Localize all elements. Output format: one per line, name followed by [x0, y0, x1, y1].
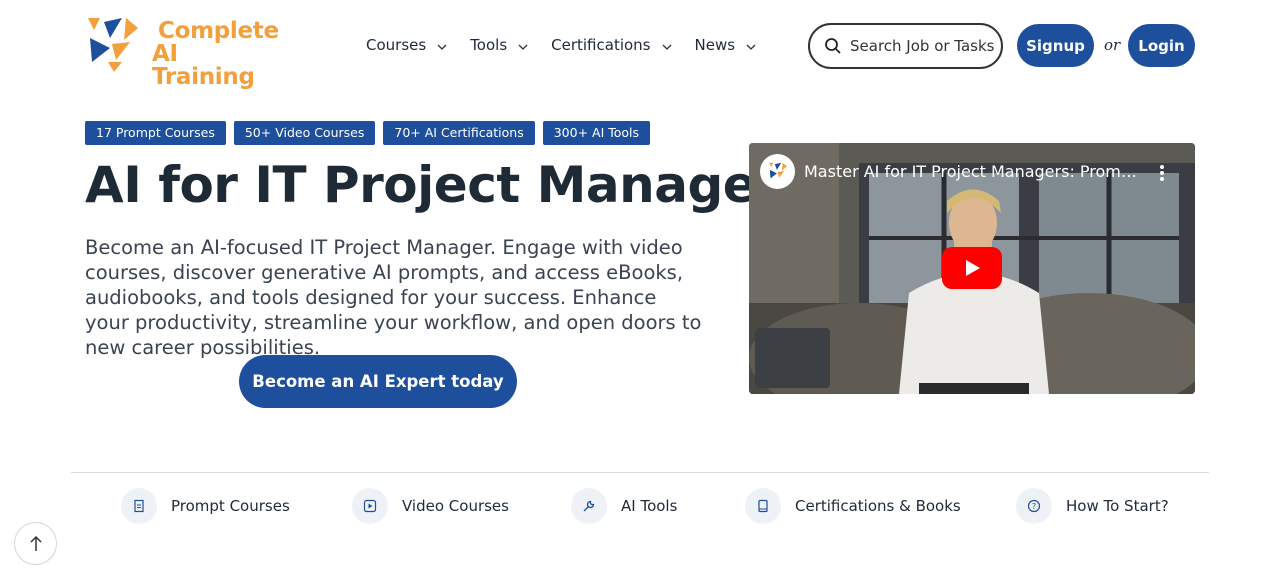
- site-logo[interactable]: Complete AI Training: [86, 16, 279, 89]
- tag-prompt-courses[interactable]: 17 Prompt Courses: [85, 121, 226, 145]
- logo-text: Complete AI Training: [152, 20, 279, 89]
- bottom-nav-how-to-start[interactable]: ? How To Start?: [1016, 488, 1169, 524]
- nav-courses[interactable]: Courses: [366, 36, 448, 54]
- chevron-down-icon: [662, 44, 671, 50]
- video-title[interactable]: Master AI for IT Project Managers: Promp…: [804, 162, 1144, 181]
- chevron-down-icon: [518, 44, 528, 50]
- feature-tags: 17 Prompt Courses 50+ Video Courses 70+ …: [85, 121, 651, 145]
- svg-text:?: ?: [1032, 502, 1036, 511]
- logo-mark-icon: [88, 18, 138, 72]
- arrow-up-icon: [29, 535, 42, 551]
- search-input[interactable]: [850, 37, 1000, 55]
- search-icon: [825, 38, 841, 54]
- nav-certifications[interactable]: Certifications: [551, 36, 672, 54]
- document-icon: [121, 488, 157, 524]
- nav-tools-label: Tools: [470, 36, 508, 54]
- hero-description: Become an AI-focused IT Project Manager.…: [85, 236, 702, 359]
- section-divider: [71, 472, 1209, 473]
- play-button-icon[interactable]: [942, 247, 1002, 289]
- bottom-nav-ai-tools[interactable]: AI Tools: [571, 488, 677, 524]
- play-square-icon: [352, 488, 388, 524]
- bottom-nav-label: Video Courses: [402, 497, 509, 515]
- nav-certifications-label: Certifications: [551, 36, 651, 54]
- more-options-icon[interactable]: [1151, 162, 1173, 184]
- wrench-icon: [571, 488, 607, 524]
- search-box[interactable]: [808, 23, 1003, 69]
- nav-news[interactable]: News: [695, 36, 758, 54]
- bottom-nav-label: Prompt Courses: [171, 497, 290, 515]
- signup-button[interactable]: Signup: [1017, 24, 1094, 67]
- bottom-nav-label: Certifications & Books: [795, 497, 961, 515]
- chevron-down-icon: [746, 44, 756, 50]
- become-expert-button[interactable]: Become an AI Expert today: [239, 355, 517, 408]
- scroll-to-top-button[interactable]: [14, 522, 57, 565]
- main-nav: Courses Tools Certifications News: [366, 36, 779, 54]
- logo-mark-icon: [768, 162, 787, 178]
- tag-video-courses[interactable]: 50+ Video Courses: [233, 121, 376, 145]
- page-title: AI for IT Project Managers: [85, 156, 810, 214]
- chevron-down-icon: [437, 44, 447, 50]
- logo-line-2: AI Training: [152, 41, 255, 90]
- nav-tools[interactable]: Tools: [470, 36, 529, 54]
- bottom-nav-prompt-courses[interactable]: Prompt Courses: [121, 488, 290, 524]
- tag-ai-tools[interactable]: 300+ AI Tools: [542, 121, 651, 145]
- nav-courses-label: Courses: [366, 36, 427, 54]
- tag-certifications[interactable]: 70+ AI Certifications: [383, 121, 535, 145]
- nav-news-label: News: [694, 36, 736, 54]
- book-icon: [745, 488, 781, 524]
- login-button[interactable]: Login: [1128, 24, 1195, 67]
- bottom-nav-certifications-books[interactable]: Certifications & Books: [745, 488, 961, 524]
- channel-avatar[interactable]: [760, 154, 795, 189]
- question-circle-icon: ?: [1016, 488, 1052, 524]
- bottom-nav-video-courses[interactable]: Video Courses: [352, 488, 509, 524]
- bottom-nav-label: AI Tools: [621, 497, 678, 515]
- bottom-nav-label: How To Start?: [1066, 497, 1169, 515]
- video-player[interactable]: Master AI for IT Project Managers: Promp…: [749, 143, 1195, 394]
- or-separator: or: [1104, 36, 1121, 54]
